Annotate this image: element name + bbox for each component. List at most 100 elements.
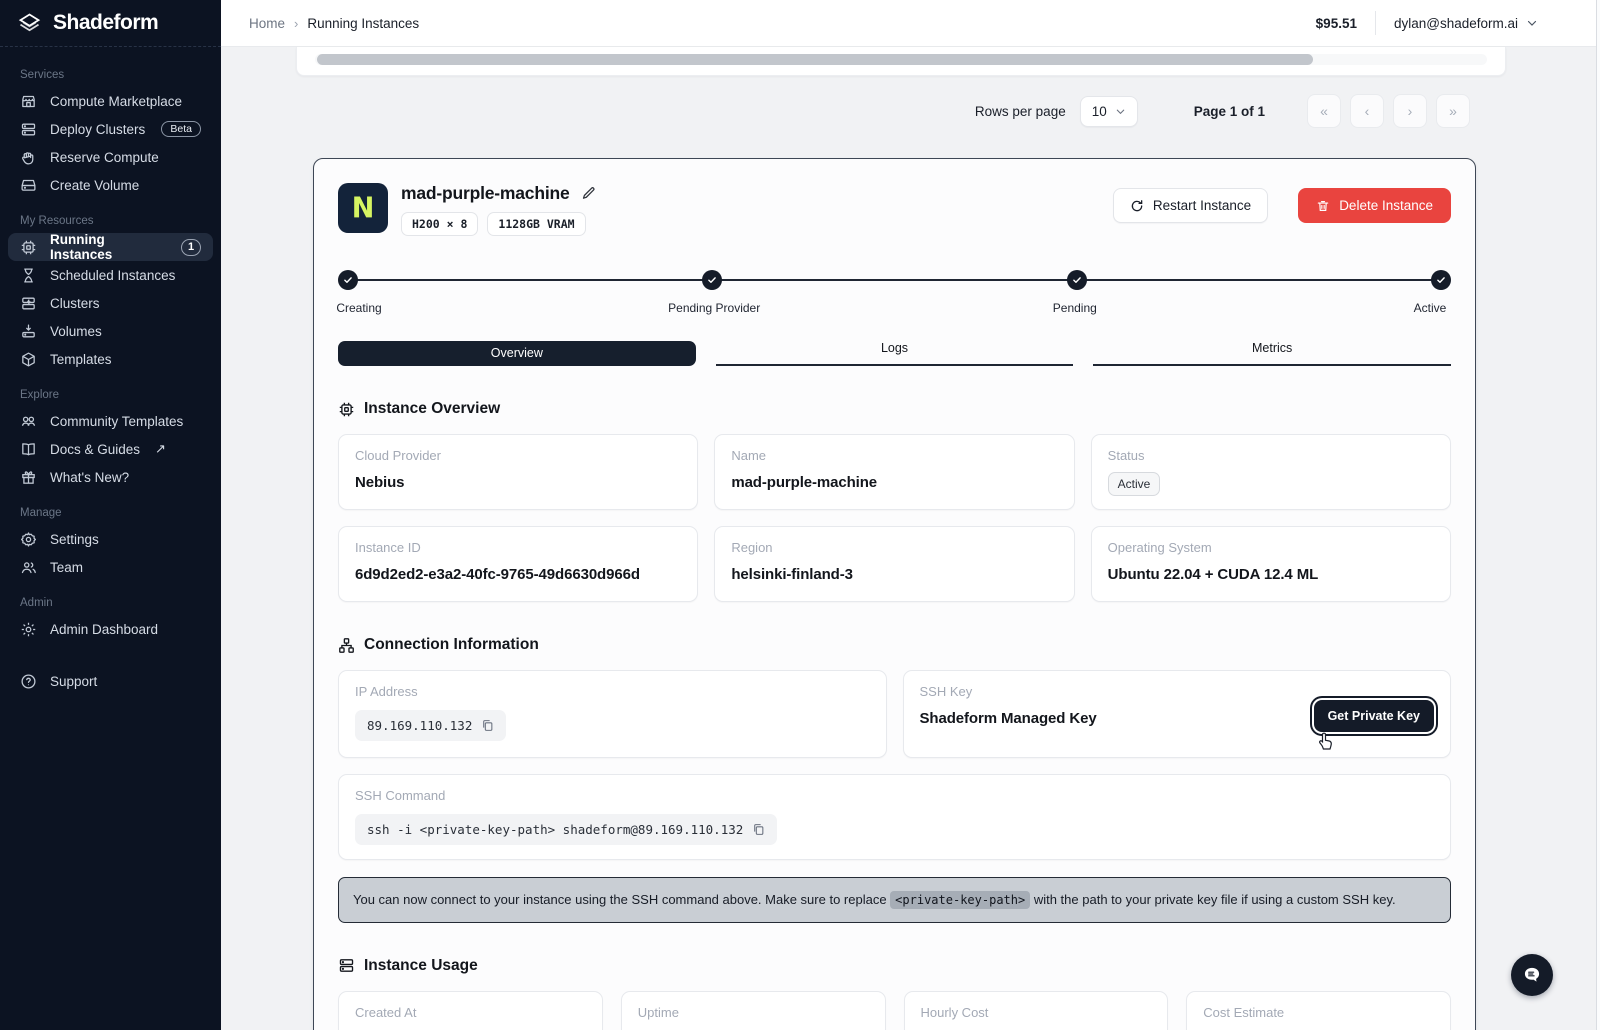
sidebar-item-scheduled-instances[interactable]: Scheduled Instances [8,261,213,289]
step-label-pending: Pending [1053,301,1097,315]
instance-name-title: mad-purple-machine [401,183,570,204]
support-chat-button[interactable] [1511,954,1553,996]
cpu-chip-icon [20,239,37,256]
tab-metrics[interactable]: Metrics [1093,341,1451,366]
field-hourly-cost: Hourly Cost [904,991,1169,1030]
private-key-path-code: <private-key-path> [890,891,1030,909]
rows-per-page-select[interactable]: 10 [1080,96,1138,127]
brand-name: Shadeform [53,11,158,35]
sidebar-item-label: Support [50,674,97,689]
field-ssh-command: SSH Command ssh -i <private-key-path> sh… [338,774,1451,860]
chevrons-right-icon: » [1449,103,1457,119]
chevron-down-icon [1526,17,1538,29]
cluster-icon [20,295,37,312]
field-cloud-provider: Cloud Provider Nebius [338,434,698,510]
edit-name-icon[interactable] [581,186,596,201]
beta-badge: Beta [161,121,201,137]
sidebar-item-community-templates[interactable]: Community Templates [8,407,213,435]
field-instance-id: Instance ID 6d9d2ed2-e3a2-40fc-9765-49d6… [338,526,698,602]
restart-instance-button[interactable]: Restart Instance [1113,188,1268,223]
sidebar-item-running-instances[interactable]: Running Instances 1 [8,233,213,261]
sidebar-item-compute-marketplace[interactable]: Compute Marketplace [8,87,213,115]
sidebar-item-clusters[interactable]: Clusters [8,289,213,317]
horizontal-scrollbar-thumb[interactable] [317,54,1313,65]
shadeform-logo-icon [16,10,43,37]
nebius-provider-logo: N [338,183,388,233]
server-stack-icon [338,957,355,974]
sidebar-item-label: What's New? [50,470,129,485]
stepper-labels: Creating Pending Provider Pending Active [338,301,1451,317]
rows-per-page-label: Rows per page [975,104,1066,119]
gear-icon [20,531,37,548]
gift-icon [20,469,37,486]
sidebar-item-support[interactable]: Support [8,667,213,695]
instance-detail-card: N mad-purple-machine H200 × 8 1128GB VRA… [313,158,1476,1030]
pagination: Rows per page 10 Page 1 of 1 « ‹ › » [221,94,1470,128]
topbar-divider [1375,11,1376,35]
ssh-info-banner: You can now connect to your instance usi… [338,877,1451,923]
step-label-pending-provider: Pending Provider [668,301,760,315]
external-link-icon: ↗ [155,441,166,457]
mouse-cursor-icon [1318,732,1335,751]
field-region: Region helsinki-finland-3 [714,526,1074,602]
sidebar-item-settings[interactable]: Settings [8,525,213,553]
rows-per-page-value: 10 [1092,104,1107,119]
copy-icon[interactable] [752,823,765,836]
copy-icon[interactable] [481,719,494,732]
tab-overview[interactable]: Overview [338,341,696,366]
horizontal-scrollbar[interactable] [315,54,1487,65]
field-name: Name mad-purple-machine [714,434,1074,510]
chevron-down-icon [1115,106,1126,117]
sidebar-item-admin-dashboard[interactable]: Admin Dashboard [8,615,213,643]
section-label-admin: Admin [8,581,213,615]
refresh-icon [1130,199,1144,213]
sidebar-item-volumes[interactable]: Volumes [8,317,213,345]
drive-icon [20,177,37,194]
sidebar-item-label: Deploy Clusters [50,122,148,137]
field-operating-system: Operating System Ubuntu 22.04 + CUDA 12.… [1091,526,1451,602]
sidebar-item-deploy-clusters[interactable]: Deploy Clusters Beta [8,115,213,143]
last-page-button[interactable]: » [1436,94,1470,128]
sidebar-item-label: Templates [50,352,112,367]
breadcrumb-home[interactable]: Home [249,16,285,31]
sidebar-item-team[interactable]: Team [8,553,213,581]
tab-logs[interactable]: Logs [716,341,1074,366]
sidebar-item-label: Admin Dashboard [50,622,158,637]
sidebar-item-label: Clusters [50,296,100,311]
sidebar-item-reserve-compute[interactable]: Reserve Compute [8,143,213,171]
main-area: Home › Running Instances $95.51 dylan@sh… [221,0,1600,1030]
sidebar-item-create-volume[interactable]: Create Volume [8,171,213,199]
vram-spec-badge: 1128GB VRAM [487,212,585,236]
chevron-left-icon: ‹ [1365,103,1370,119]
hand-grab-icon [20,149,37,166]
instance-overview-title: Instance Overview [364,400,500,418]
sidebar-item-whats-new[interactable]: What's New? [8,463,213,491]
prev-page-button[interactable]: ‹ [1350,94,1384,128]
field-created-at: Created At [338,991,603,1030]
sidebar-item-docs-guides[interactable]: Docs & Guides ↗ [8,435,213,463]
cpu-chip-icon [338,401,355,418]
user-email-label: dylan@shadeform.ai [1394,16,1518,31]
step-label-creating: Creating [336,301,381,315]
trash-icon [1316,199,1330,213]
sidebar-item-label: Reserve Compute [50,150,159,165]
book-icon [20,441,37,458]
ssh-command-pill: ssh -i <private-key-path> shadeform@89.1… [355,814,777,845]
step-check-icon [1067,270,1087,290]
sidebar-item-templates[interactable]: Templates [8,345,213,373]
brand[interactable]: Shadeform [0,0,221,47]
field-ssh-key: SSH Key Shadeform Managed Key Get Privat… [903,670,1452,758]
account-balance: $95.51 [1316,16,1357,31]
network-icon [338,637,355,654]
instances-table-bottom [296,47,1506,76]
user-menu[interactable]: dylan@shadeform.ai [1394,16,1538,31]
delete-instance-button[interactable]: Delete Instance [1298,188,1451,223]
sidebar-item-label: Volumes [50,324,102,339]
next-page-button[interactable]: › [1393,94,1427,128]
first-page-button[interactable]: « [1307,94,1341,128]
sidebar-item-label: Settings [50,532,99,547]
sidebar: Shadeform Services Compute Marketplace D… [0,0,221,1030]
vertical-scrollbar[interactable] [1596,0,1600,1030]
get-private-key-button[interactable]: Get Private Key [1314,700,1434,732]
chevrons-left-icon: « [1320,103,1328,119]
